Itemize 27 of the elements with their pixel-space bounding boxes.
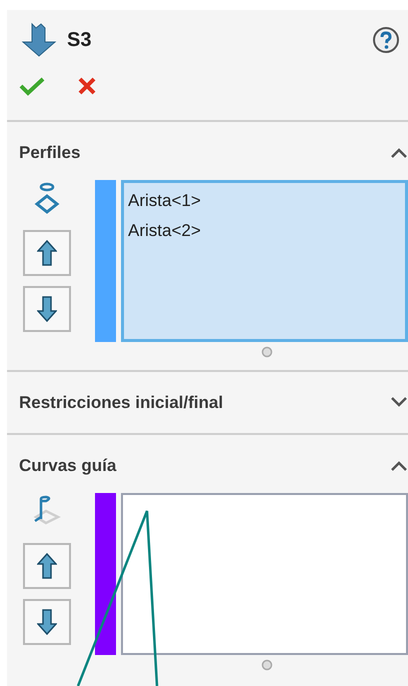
close-icon — [77, 76, 97, 96]
section-heading: Curvas guía — [19, 455, 116, 477]
feature-title: S3 — [67, 28, 92, 53]
list-item[interactable]: Arista<1> — [128, 188, 201, 212]
resize-handle-icon[interactable] — [260, 658, 272, 670]
list-item[interactable]: Arista<2> — [128, 218, 201, 242]
collapse-icon[interactable] — [390, 146, 408, 159]
up-arrow-icon — [37, 240, 57, 266]
resize-handle-icon[interactable] — [260, 346, 272, 358]
down-arrow-icon — [37, 608, 57, 634]
selection-list[interactable] — [121, 492, 408, 654]
move-up-button[interactable] — [23, 542, 71, 588]
section-heading: Perfiles — [19, 142, 80, 164]
check-icon — [19, 76, 45, 96]
move-down-button[interactable] — [23, 286, 71, 332]
cancel-button[interactable] — [77, 76, 97, 96]
ok-button[interactable] — [19, 76, 45, 96]
collapse-icon[interactable] — [390, 460, 408, 472]
help-icon[interactable] — [372, 26, 400, 54]
down-arrow-icon — [37, 296, 57, 322]
move-down-button[interactable] — [23, 598, 71, 644]
expand-icon[interactable] — [390, 396, 408, 408]
move-up-button[interactable] — [23, 230, 71, 276]
selection-list[interactable]: Arista<1> Arista<2> — [121, 180, 408, 342]
up-arrow-icon — [37, 552, 57, 578]
section-heading: Restricciones inicial/final — [19, 392, 224, 414]
sweep-feature-icon — [21, 22, 57, 58]
